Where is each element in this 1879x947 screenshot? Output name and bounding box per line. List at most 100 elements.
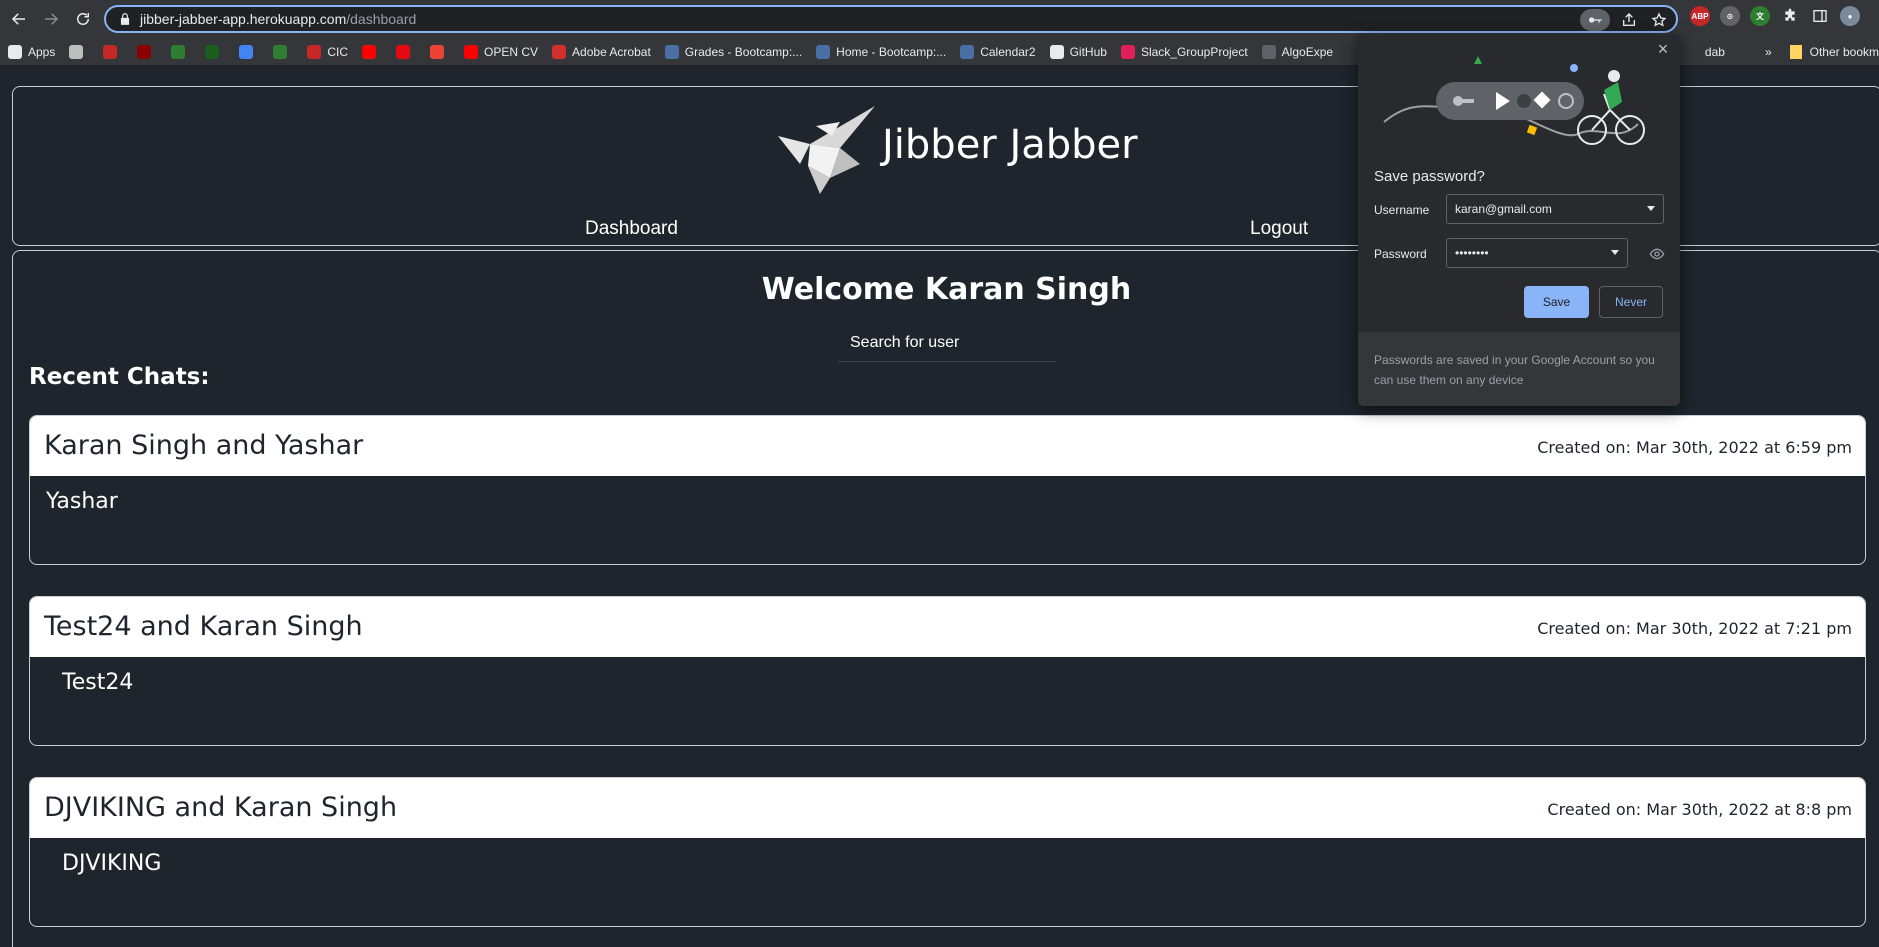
forward-icon[interactable] bbox=[38, 6, 64, 32]
username-label: Username bbox=[1374, 203, 1430, 217]
bookmark-item[interactable] bbox=[171, 44, 191, 59]
bookmark-item[interactable]: Grades - Bootcamp:... bbox=[664, 44, 803, 59]
chevron-down-icon[interactable] bbox=[1611, 250, 1619, 255]
sidepanel-icon[interactable] bbox=[1810, 6, 1830, 26]
save-button[interactable]: Save bbox=[1524, 286, 1589, 318]
bookmark-favicon-icon bbox=[103, 44, 118, 59]
bookmark-favicon-icon bbox=[1049, 44, 1064, 59]
bookmark-label: Slack_GroupProject bbox=[1140, 44, 1248, 59]
bookmark-label[interactable]: dab bbox=[1705, 45, 1725, 59]
bookmark-favicon-icon bbox=[430, 44, 445, 59]
bird-logo-icon bbox=[778, 106, 875, 194]
bookmark-label: OPEN CV bbox=[484, 44, 539, 59]
search-user-input[interactable] bbox=[838, 324, 1056, 362]
bookmark-favicon-icon bbox=[464, 44, 479, 59]
bookmark-favicon-icon bbox=[1120, 44, 1135, 59]
bookmark-favicon-icon bbox=[69, 44, 84, 59]
bookmark-favicon-icon bbox=[273, 44, 288, 59]
bookmark-item[interactable] bbox=[69, 44, 89, 59]
bookmark-favicon-icon bbox=[664, 44, 679, 59]
chevron-down-icon[interactable] bbox=[1647, 206, 1655, 211]
bookmark-favicon-icon bbox=[960, 44, 975, 59]
bookmark-label: GitHub bbox=[1069, 44, 1107, 59]
other-bookmarks-link[interactable]: Other bookm bbox=[1810, 45, 1879, 59]
bookmark-item[interactable]: GitHub bbox=[1049, 44, 1107, 59]
bookmark-label: Apps bbox=[28, 44, 56, 59]
bookmark-item[interactable]: CIC bbox=[307, 44, 348, 59]
recent-chats-heading: Recent Chats: bbox=[29, 364, 210, 390]
save-password-dialog: × Save password? Username karan@gmail.co… bbox=[1358, 34, 1680, 406]
bookmark-favicon-icon bbox=[396, 44, 411, 59]
bookmark-item[interactable]: Calendar2 bbox=[960, 44, 1036, 59]
chevron-right-icon[interactable]: » bbox=[1765, 45, 1772, 59]
bookmark-favicon-icon bbox=[1261, 44, 1276, 59]
translate-extension-icon[interactable]: 文 bbox=[1750, 6, 1770, 26]
username-field[interactable]: karan@gmail.com bbox=[1446, 194, 1664, 224]
bookmark-item[interactable]: OPEN CV bbox=[464, 44, 539, 59]
bookmark-star-icon[interactable] bbox=[1648, 9, 1670, 31]
bookmark-item[interactable] bbox=[103, 44, 123, 59]
chat-created-date: Created on: Mar 30th, 2022 at 6:59 pm bbox=[1537, 438, 1852, 457]
address-bar[interactable]: jibber-jabber-app.herokuapp.com/dashboar… bbox=[104, 5, 1678, 33]
bookmark-favicon-icon bbox=[816, 44, 831, 59]
eye-icon[interactable] bbox=[1649, 246, 1665, 262]
chat-title: Karan Singh and Yashar bbox=[44, 430, 364, 461]
bookmark-item[interactable]: Adobe Acrobat bbox=[552, 44, 651, 59]
bookmark-label: Calendar2 bbox=[980, 44, 1036, 59]
password-field[interactable]: •••••••• bbox=[1446, 238, 1628, 268]
bookmark-favicon-icon bbox=[137, 44, 152, 59]
bookmark-label: AlgoExpe bbox=[1281, 44, 1334, 59]
chat-card-header: DJVIKING and Karan Singh Created on: Mar… bbox=[30, 778, 1865, 838]
bookmark-item[interactable]: Apps bbox=[8, 44, 56, 59]
never-button[interactable]: Never bbox=[1599, 286, 1663, 318]
chat-card[interactable]: Karan Singh and Yashar Created on: Mar 3… bbox=[29, 415, 1866, 565]
bookmark-item[interactable] bbox=[396, 44, 416, 59]
lock-icon bbox=[120, 13, 130, 25]
bookmark-item[interactable] bbox=[273, 44, 293, 59]
password-value: •••••••• bbox=[1455, 246, 1489, 260]
password-label: Password bbox=[1374, 247, 1427, 261]
username-value: karan@gmail.com bbox=[1455, 202, 1552, 216]
bookmark-item[interactable] bbox=[239, 44, 259, 59]
adblock-extension-icon[interactable]: ABP bbox=[1690, 6, 1710, 26]
chat-participant: Yashar bbox=[46, 489, 118, 514]
bookmark-item[interactable] bbox=[430, 44, 450, 59]
bookmark-label: Grades - Bootcamp:... bbox=[684, 44, 803, 59]
bookmark-label: Home - Bootcamp:... bbox=[836, 44, 947, 59]
bookmark-item[interactable]: Slack_GroupProject bbox=[1120, 44, 1248, 59]
reload-icon[interactable] bbox=[70, 6, 96, 32]
bookmark-favicon-icon bbox=[552, 44, 567, 59]
browser-toolbar: jibber-jabber-app.herokuapp.com/dashboar… bbox=[0, 0, 1879, 38]
bookmark-favicon-icon bbox=[171, 44, 186, 59]
bookmark-item[interactable] bbox=[362, 44, 382, 59]
bookmark-item[interactable] bbox=[137, 44, 157, 59]
chat-title: Test24 and Karan Singh bbox=[44, 611, 363, 642]
chat-created-date: Created on: Mar 30th, 2022 at 7:21 pm bbox=[1537, 619, 1852, 638]
nav-logout-link[interactable]: Logout bbox=[1250, 218, 1308, 240]
share-icon[interactable] bbox=[1618, 9, 1640, 31]
bookmark-favicon-icon bbox=[239, 44, 254, 59]
extensions-puzzle-icon[interactable] bbox=[1780, 6, 1800, 26]
bookmark-item[interactable]: AlgoExpe bbox=[1261, 44, 1334, 59]
chat-participant: Test24 bbox=[62, 670, 134, 695]
bookmark-label: Adobe Acrobat bbox=[572, 44, 651, 59]
nav-dashboard-link[interactable]: Dashboard bbox=[585, 218, 678, 240]
password-key-icon[interactable] bbox=[1580, 9, 1610, 31]
profile-avatar-icon[interactable]: ● bbox=[1840, 6, 1860, 26]
chat-card[interactable]: DJVIKING and Karan Singh Created on: Mar… bbox=[29, 777, 1866, 927]
bookmarks-overflow: dab » Other bookm bbox=[1696, 38, 1879, 65]
extension-icon[interactable]: ⊙ bbox=[1720, 6, 1740, 26]
bookmark-favicon-icon bbox=[362, 44, 377, 59]
chat-card-header: Karan Singh and Yashar Created on: Mar 3… bbox=[30, 416, 1865, 476]
chat-created-date: Created on: Mar 30th, 2022 at 8:8 pm bbox=[1547, 800, 1852, 819]
bookmark-favicon-icon bbox=[307, 44, 322, 59]
bookmark-item[interactable] bbox=[205, 44, 225, 59]
brand-title: Jibber Jabber bbox=[882, 122, 1138, 168]
bookmark-favicon-icon bbox=[8, 44, 22, 59]
bookmark-item[interactable]: Home - Bootcamp:... bbox=[816, 44, 947, 59]
dialog-footer-text: Passwords are saved in your Google Accou… bbox=[1358, 332, 1680, 406]
password-illustration-icon bbox=[1383, 56, 1645, 145]
back-icon[interactable] bbox=[6, 6, 32, 32]
chat-card[interactable]: Test24 and Karan Singh Created on: Mar 3… bbox=[29, 596, 1866, 746]
folder-icon bbox=[1789, 45, 1802, 59]
